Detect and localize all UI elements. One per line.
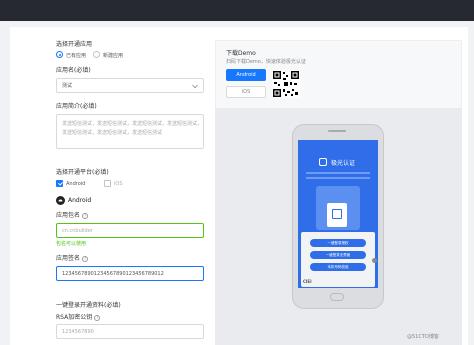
- app-name-select[interactable]: 测试: [56, 78, 204, 93]
- phone-option-button[interactable]: 本机号码校验: [310, 263, 366, 271]
- package-name-hint: 包名可以使用: [56, 241, 87, 247]
- watermark: @51CTO博客: [407, 334, 439, 340]
- radio-existing-app[interactable]: [56, 51, 63, 58]
- platform-tab-android[interactable]: Android: [68, 197, 91, 204]
- app-name-label: 应用名(必填): [56, 67, 91, 74]
- rsa-label: RSA加密公钥?: [56, 314, 101, 321]
- help-icon[interactable]: ?: [94, 314, 101, 321]
- phone-qr-icon: [332, 209, 342, 219]
- package-name-input[interactable]: cn.cnbuilder: [56, 223, 204, 238]
- checkbox-ios-label: iOS: [114, 181, 123, 187]
- app-name-value: 测试: [62, 83, 73, 89]
- ios-download-button[interactable]: iOS: [226, 86, 266, 98]
- checkbox-android[interactable]: [56, 180, 63, 187]
- checkbox-ios[interactable]: [104, 180, 111, 187]
- phone-text-line: [306, 177, 370, 179]
- rsa-input[interactable]: 1234567890: [56, 324, 204, 339]
- phone-side-dot: [372, 258, 377, 263]
- radio-new-app[interactable]: [93, 51, 100, 58]
- app-select-title: 选择开通应用: [56, 41, 93, 48]
- android-icon: [56, 196, 65, 205]
- help-icon[interactable]: ?: [82, 212, 89, 219]
- download-demo-title: 下载Demo: [226, 50, 256, 57]
- phone-header-title: 极光认证: [331, 160, 356, 167]
- help-icon[interactable]: ?: [82, 255, 89, 262]
- checkbox-android-label: Android: [66, 181, 86, 187]
- radio-new-app-label: 新建应用: [103, 53, 124, 59]
- app-intro-label: 应用简介(必填): [56, 103, 97, 110]
- signature-label: 应用签名?: [56, 255, 89, 262]
- qr-code-image: [272, 70, 300, 98]
- shield-icon: [319, 158, 327, 166]
- one-click-title: 一键登录开通资料(必填): [56, 302, 121, 309]
- phone-carrier-logo: CIEI: [303, 279, 312, 284]
- phone-option-button[interactable]: 一键登录无界面: [310, 251, 366, 259]
- signature-input[interactable]: 12345678901234567890123456789012: [56, 266, 204, 281]
- platform-title: 选择开通平台(必填): [56, 169, 109, 176]
- top-navigation-bar: [0, 0, 474, 21]
- android-download-button[interactable]: Android: [226, 69, 266, 81]
- phone-home-button: [330, 293, 344, 301]
- chevron-down-icon: [192, 84, 198, 89]
- phone-text-line: [306, 172, 370, 174]
- app-intro-textarea[interactable]: 发送短信测试，发送短信测试，发送短信测试，发送短信测试，发送短信测试，发送短信测…: [56, 114, 204, 149]
- download-demo-subtitle: 扫码下载Demo，快速体验极光认证: [226, 59, 306, 65]
- radio-existing-app-label: 已有应用: [66, 53, 87, 59]
- package-name-label: 应用包名?: [56, 212, 89, 219]
- phone-option-button[interactable]: 一键登录授权: [310, 239, 366, 247]
- phone-speaker: [328, 130, 346, 132]
